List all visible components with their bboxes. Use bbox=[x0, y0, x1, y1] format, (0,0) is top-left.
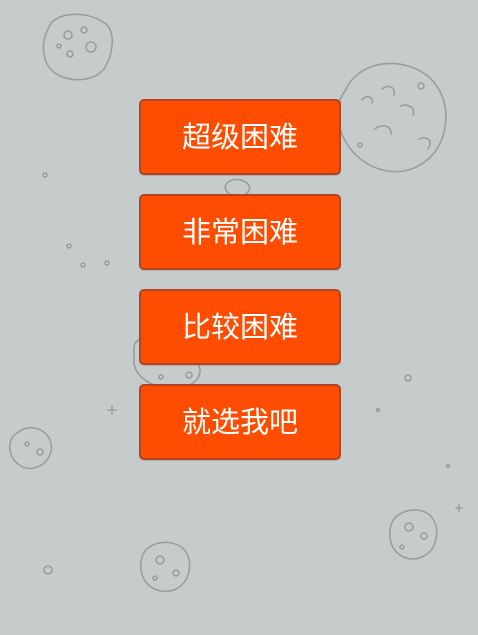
difficulty-menu: 超级困难 非常困难 比较困难 就选我吧 bbox=[139, 99, 341, 479]
crater-sketch-icon bbox=[336, 62, 447, 173]
small-pebble-icon bbox=[104, 260, 110, 266]
small-pebble-icon bbox=[80, 262, 86, 268]
small-pebble-icon bbox=[375, 407, 381, 413]
sparkle-icon bbox=[455, 504, 463, 512]
small-pebble-icon bbox=[42, 172, 48, 178]
sparkle-icon bbox=[107, 405, 117, 415]
small-pebble-icon bbox=[445, 463, 451, 469]
rock-sketch-icon bbox=[8, 426, 53, 470]
super-hard-button[interactable]: 超级困难 bbox=[139, 99, 341, 175]
fairly-hard-button[interactable]: 比较困难 bbox=[139, 289, 341, 365]
rock-sketch-icon bbox=[42, 13, 113, 81]
choose-me-button[interactable]: 就选我吧 bbox=[139, 384, 341, 460]
small-pebble-icon bbox=[43, 565, 53, 575]
small-pebble-icon bbox=[404, 374, 412, 382]
cookie-sketch-icon bbox=[139, 541, 191, 593]
cookie-sketch-icon bbox=[388, 509, 438, 560]
very-hard-button[interactable]: 非常困难 bbox=[139, 194, 341, 270]
small-pebble-icon bbox=[66, 243, 72, 249]
